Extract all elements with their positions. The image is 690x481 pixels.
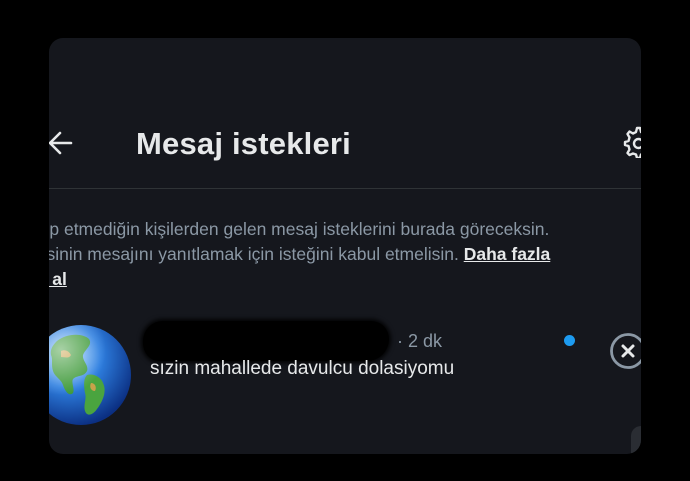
earth-globe-icon bbox=[49, 325, 131, 425]
avatar[interactable] bbox=[49, 321, 135, 429]
settings-button[interactable] bbox=[622, 124, 641, 160]
info-line-2-text: arisinin mesajını yanıtlamak için isteği… bbox=[49, 244, 464, 264]
message-timestamp: · 2 dk bbox=[397, 331, 443, 351]
info-line-3: lgi al bbox=[49, 267, 641, 292]
learn-more-link-continued[interactable]: lgi al bbox=[49, 269, 67, 289]
dismiss-request-button[interactable] bbox=[609, 332, 641, 370]
back-button[interactable] bbox=[49, 128, 81, 158]
info-line-1: akip etmediğin kişilerden gelen mesaj is… bbox=[49, 219, 550, 239]
info-line-2: arisinin mesajını yanıtlamak için isteği… bbox=[49, 242, 641, 267]
screenshot-stage: Mesaj istekleri akip etmediğin kişilerde… bbox=[0, 0, 690, 481]
arrow-left-icon bbox=[49, 131, 73, 155]
close-circle-icon bbox=[610, 333, 641, 369]
info-text: akip etmediğin kişilerden gelen mesaj is… bbox=[49, 217, 641, 292]
scroll-indicator[interactable] bbox=[631, 426, 641, 454]
message-request-item[interactable]: · 2 dk sızin mahallede davulcu dolasiyom… bbox=[49, 318, 641, 425]
redacted-sender-name bbox=[143, 321, 389, 361]
message-preview: sızin mahallede davulcu dolasiyomu bbox=[150, 358, 455, 379]
learn-more-link[interactable]: Daha fazla bbox=[464, 244, 551, 264]
message-requests-screen: Mesaj istekleri akip etmediğin kişilerde… bbox=[49, 38, 641, 454]
unread-indicator bbox=[564, 335, 575, 346]
header-divider bbox=[49, 188, 641, 189]
gear-icon bbox=[623, 126, 641, 160]
page-title: Mesaj istekleri bbox=[136, 126, 351, 161]
